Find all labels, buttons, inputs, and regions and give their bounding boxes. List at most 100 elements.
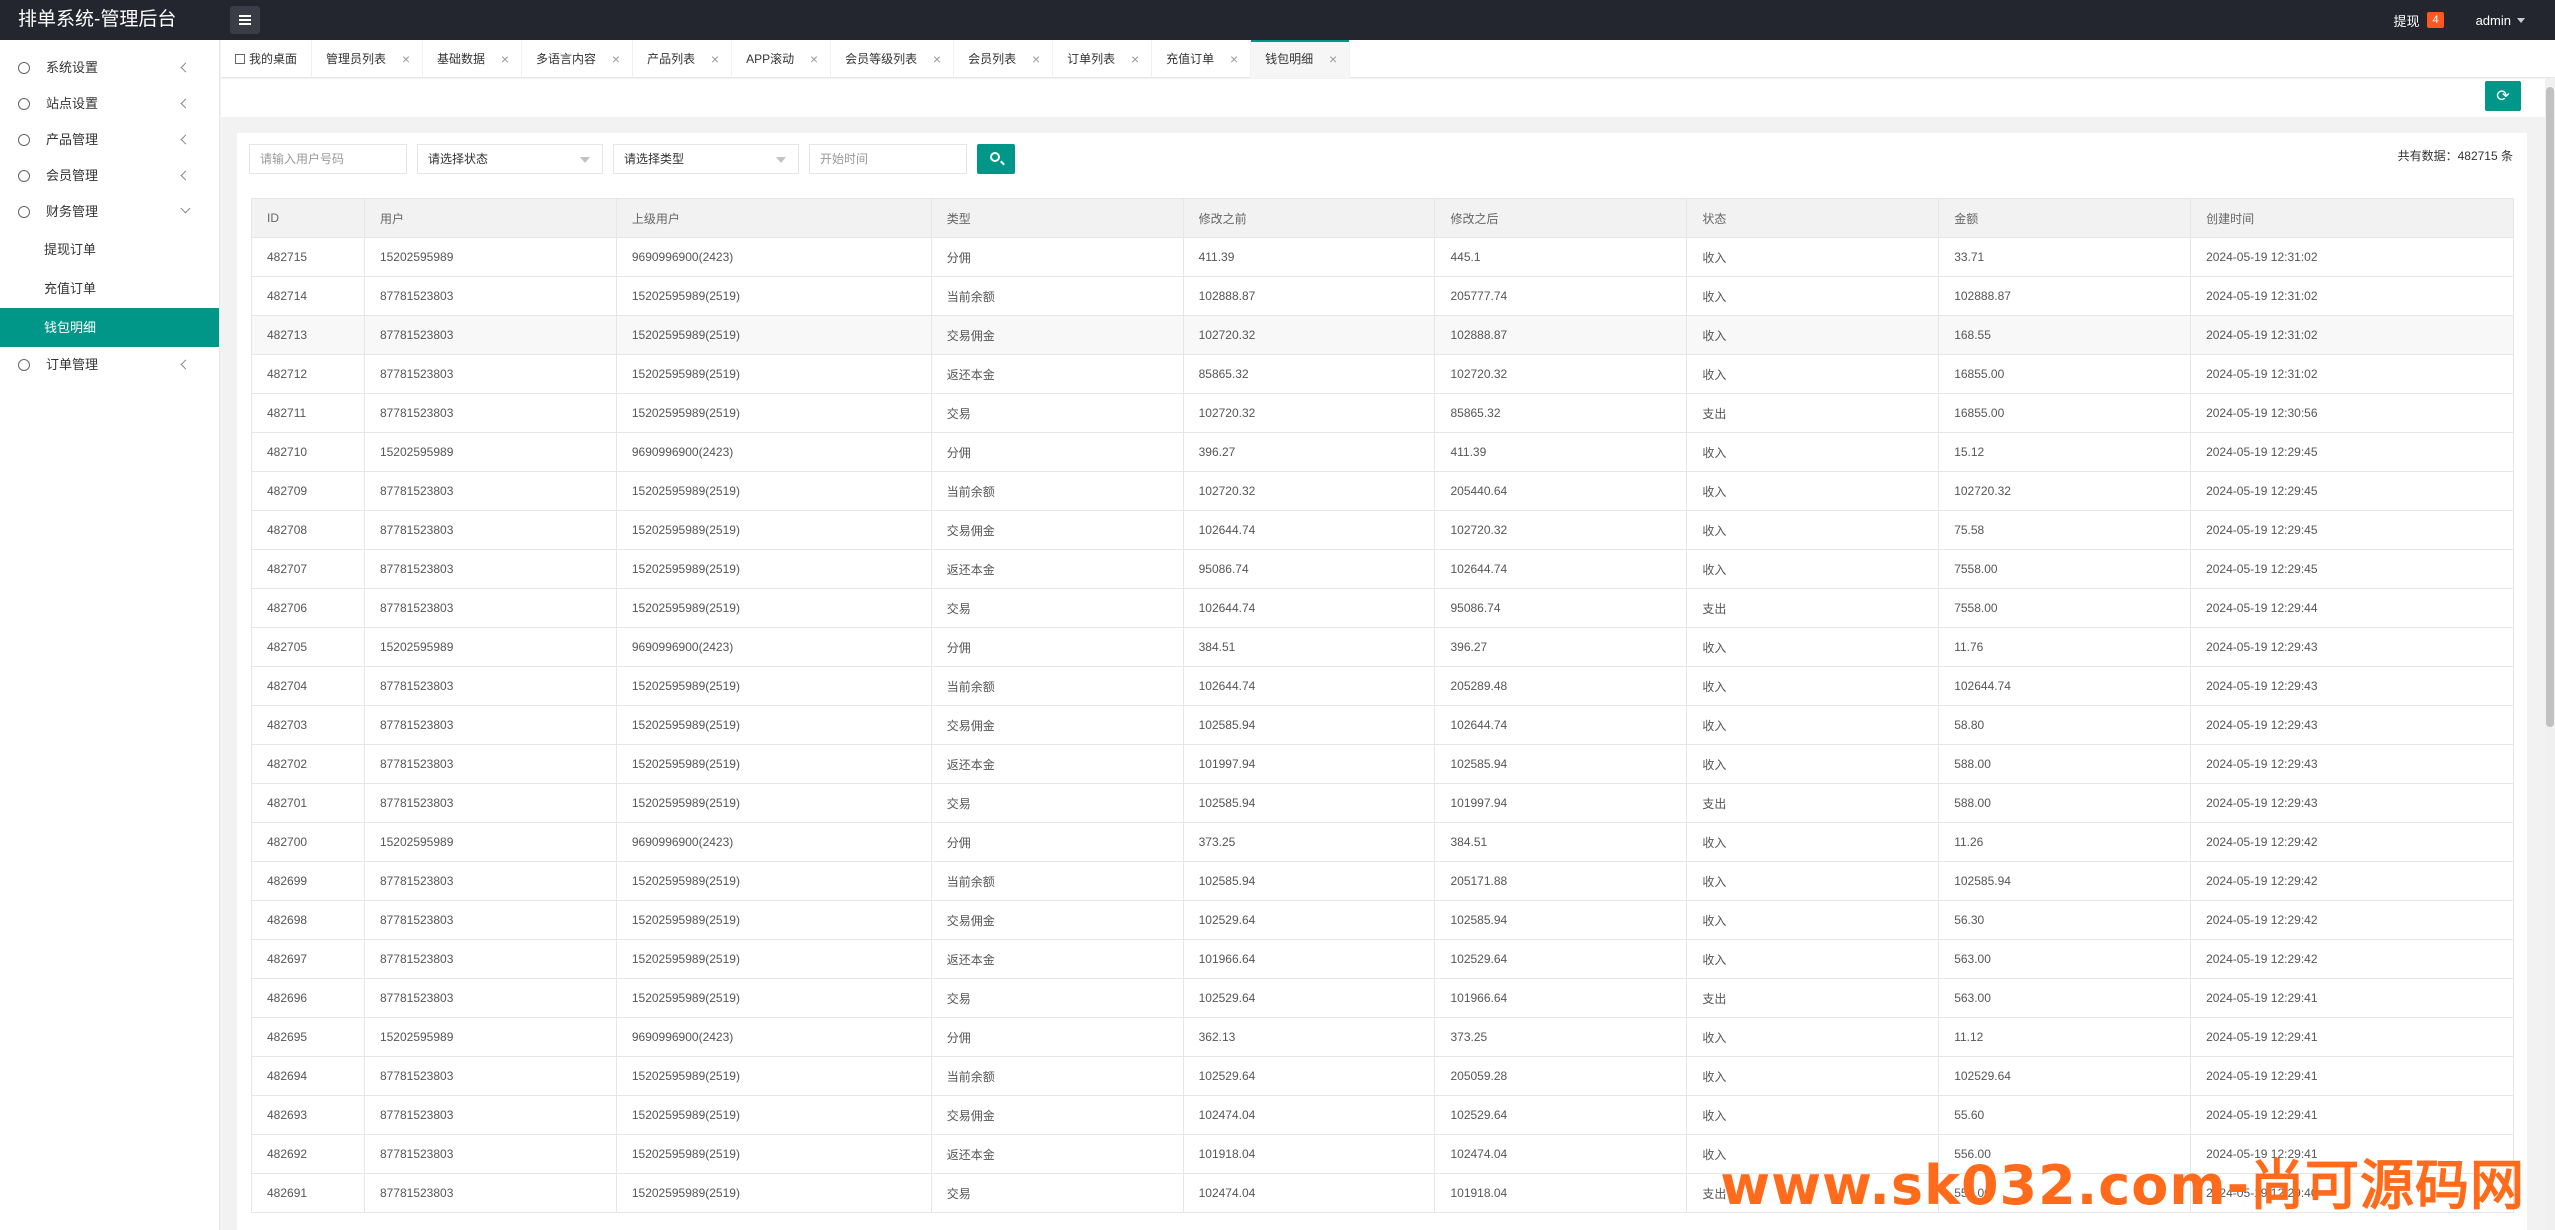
table-cell: 102720.32 — [1182, 393, 1436, 433]
sidebar-item-member-management[interactable]: 会员管理 — [0, 158, 219, 194]
sidebar-item-system-settings[interactable]: 系统设置 — [0, 50, 219, 86]
chevron-left-icon — [180, 134, 191, 145]
chevron-left-icon — [180, 62, 191, 73]
chevron-down-icon — [776, 157, 786, 163]
user-menu[interactable]: admin — [2476, 13, 2525, 28]
table-cell: 2024-05-19 12:29:42 — [2190, 939, 2514, 979]
table-cell: 482702 — [251, 744, 365, 784]
tab-member-list[interactable]: 会员列表 × — [954, 40, 1054, 78]
type-select[interactable]: 请选择类型 — [613, 144, 799, 174]
table-cell: 支出 — [1686, 783, 1940, 823]
table-cell: 9690996900(2423) — [615, 432, 932, 472]
sidebar-item-finance-management[interactable]: 财务管理 — [0, 194, 219, 230]
scrollbar-thumb[interactable] — [2546, 87, 2554, 727]
tab-multilang-content[interactable]: 多语言内容 × — [522, 40, 634, 78]
table-row: 482697 87781523803 15202595989(2519) 返还本金 10… — [251, 939, 2514, 979]
sidebar-subitem-recharge-orders[interactable]: 充值订单 — [0, 269, 219, 308]
table-cell: 支出 — [1686, 978, 1940, 1018]
table-row: 482699 87781523803 15202595989(2519) 当前余额 10… — [251, 861, 2514, 901]
tab-my-desktop[interactable]: 我的桌面 — [221, 40, 313, 78]
user-number-input[interactable]: 请输入用户号码 — [249, 144, 407, 174]
table-cell: 205171.88 — [1434, 861, 1688, 901]
dollar-icon — [18, 206, 30, 218]
table-cell: 交易 — [930, 978, 1184, 1018]
table-cell: 9690996900(2423) — [615, 237, 932, 277]
close-icon[interactable]: × — [1329, 40, 1337, 78]
tab-app-scroll[interactable]: APP滚动 × — [732, 40, 832, 78]
table-row: 482694 87781523803 15202595989(2519) 当前余额 10… — [251, 1056, 2514, 1096]
sidebar-item-label: 产品管理 — [46, 132, 99, 147]
table-cell: 返还本金 — [930, 744, 1184, 784]
table-cell: 102888.87 — [1938, 276, 2192, 316]
table-cell: 482694 — [251, 1056, 365, 1096]
table-cell: 当前余额 — [930, 666, 1184, 706]
table-cell: 2024-05-19 12:29:45 — [2190, 432, 2514, 472]
table-cell: 87781523803 — [363, 1173, 617, 1213]
table-cell: 102585.94 — [1182, 705, 1436, 745]
close-icon[interactable]: × — [402, 40, 410, 78]
table-cell: 15202595989(2519) — [615, 1173, 932, 1213]
page-scrollbar[interactable] — [2545, 79, 2555, 1230]
table-cell: 返还本金 — [930, 354, 1184, 394]
table-cell: 102529.64 — [1434, 1095, 1688, 1135]
close-icon[interactable]: × — [810, 40, 818, 78]
close-icon[interactable]: × — [1230, 40, 1238, 78]
table-cell: 15202595989(2519) — [615, 666, 932, 706]
tab-recharge-orders[interactable]: 充值订单 × — [1152, 40, 1252, 78]
withdraw-notice[interactable]: 提现 4 — [2393, 11, 2444, 30]
status-select[interactable]: 请选择状态 — [417, 144, 603, 174]
chevron-down-icon — [580, 157, 590, 163]
table-cell: 2024-05-19 12:29:45 — [2190, 549, 2514, 589]
table-cell: 7558.00 — [1938, 549, 2192, 589]
table-cell: 362.13 — [1182, 1017, 1436, 1057]
table-cell: 482700 — [251, 822, 365, 862]
table-cell: 15202595989(2519) — [615, 549, 932, 589]
table-cell: 2024-05-19 12:29:42 — [2190, 900, 2514, 940]
close-icon[interactable]: × — [612, 40, 620, 78]
sidebar-item-label: 会员管理 — [46, 168, 99, 183]
column-header: 用户 — [363, 198, 617, 238]
table-cell: 15202595989(2519) — [615, 471, 932, 511]
table-cell: 482692 — [251, 1134, 365, 1174]
table-row: 482695 15202595989 9690996900(2423) 分佣 362.1… — [251, 1017, 2514, 1057]
sidebar-item-site-settings[interactable]: 站点设置 — [0, 86, 219, 122]
sidebar-item-order-management[interactable]: 订单管理 — [0, 347, 219, 383]
tab-label: APP滚动 — [746, 52, 795, 66]
table-cell: 收入 — [1686, 705, 1940, 745]
table-cell: 15202595989 — [363, 627, 617, 667]
tab-order-list[interactable]: 订单列表 × — [1053, 40, 1153, 78]
table-cell: 收入 — [1686, 1056, 1940, 1096]
tab-product-list[interactable]: 产品列表 × — [633, 40, 733, 78]
tab-basic-data[interactable]: 基础数据 × — [423, 40, 523, 78]
close-icon[interactable]: × — [711, 40, 719, 78]
table-cell: 87781523803 — [363, 1095, 617, 1135]
table-cell: 2024-05-19 12:29:43 — [2190, 705, 2514, 745]
search-button[interactable] — [977, 144, 1015, 174]
close-icon[interactable]: × — [501, 40, 509, 78]
table-cell: 15202595989(2519) — [615, 510, 932, 550]
table-cell: 87781523803 — [363, 588, 617, 628]
close-icon[interactable]: × — [933, 40, 941, 78]
table-cell: 482693 — [251, 1095, 365, 1135]
sidebar-subitem-wallet-details[interactable]: 钱包明细 — [0, 308, 219, 347]
table-cell: 482699 — [251, 861, 365, 901]
table-row: 482693 87781523803 15202595989(2519) 交易佣金 10… — [251, 1095, 2514, 1135]
start-time-input[interactable]: 开始时间 — [809, 144, 967, 174]
close-icon[interactable]: × — [1131, 40, 1139, 78]
table-cell: 58.80 — [1938, 705, 2192, 745]
table-cell: 102720.32 — [1182, 471, 1436, 511]
tab-wallet-details[interactable]: 钱包明细 × — [1251, 40, 1351, 78]
tab-label: 基础数据 — [437, 52, 486, 66]
table-cell: 收入 — [1686, 1017, 1940, 1057]
table-cell: 收入 — [1686, 666, 1940, 706]
tab-member-level-list[interactable]: 会员等级列表 × — [831, 40, 955, 78]
close-icon[interactable]: × — [1032, 40, 1040, 78]
sidebar-item-product-management[interactable]: 产品管理 — [0, 122, 219, 158]
tab-admin-list[interactable]: 管理员列表 × — [312, 40, 424, 78]
menu-toggle-button[interactable] — [230, 6, 260, 34]
table-cell: 87781523803 — [363, 978, 617, 1018]
refresh-button[interactable]: ⟳ — [2485, 81, 2521, 111]
sidebar-subitem-withdraw-orders[interactable]: 提现订单 — [0, 230, 219, 269]
table-cell: 当前余额 — [930, 1056, 1184, 1096]
home-icon — [18, 98, 30, 110]
